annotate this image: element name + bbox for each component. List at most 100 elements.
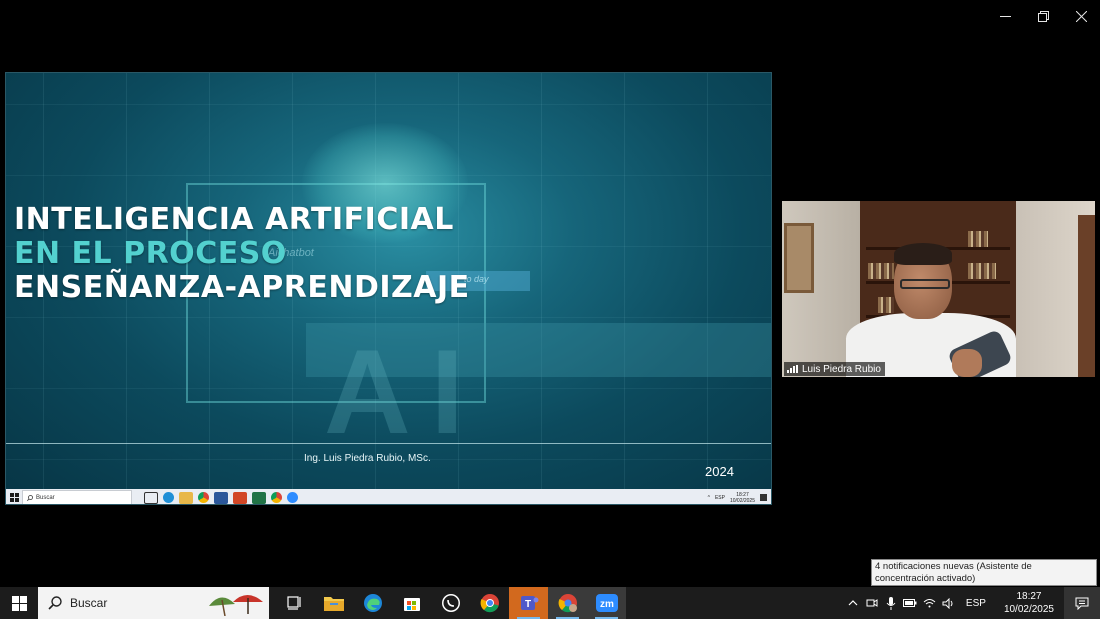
slide-divider (6, 443, 771, 444)
slide-year: 2024 (705, 464, 734, 479)
wifi-button[interactable] (920, 587, 939, 619)
shared-chrome2-icon (271, 492, 282, 503)
ai-graphic: AI (324, 325, 484, 459)
shared-taskview-icon (144, 491, 158, 504)
windows-taskbar: Buscar T zm ESP 18:27 10/02/2025 (0, 587, 1100, 619)
taskbar-clock[interactable]: 18:27 10/02/2025 (994, 590, 1064, 616)
start-button[interactable] (0, 587, 38, 619)
minimize-icon (999, 15, 1011, 17)
clock-time: 18:27 (1016, 591, 1042, 602)
shared-zoom-icon (287, 492, 298, 503)
action-center-button[interactable] (1064, 587, 1100, 619)
file-explorer-button[interactable] (314, 587, 353, 619)
umbrellas-icon (209, 595, 263, 616)
clock-date: 10/02/2025 (1003, 604, 1054, 615)
camera-icon (866, 599, 878, 607)
edge-icon (363, 594, 382, 612)
taskbar-search-box[interactable]: Buscar (38, 587, 269, 619)
slide-author: Ing. Luis Piedra Rubio, MSc. (304, 453, 431, 464)
participant-video-tile[interactable]: Luis Piedra Rubio (782, 201, 1095, 377)
task-view-icon (286, 596, 301, 610)
shared-system-tray: ^ ESP 18:27 10/02/2025 (707, 492, 771, 504)
chrome-profile-icon (558, 594, 577, 613)
chrome-icon (480, 594, 499, 613)
shared-start-icon (6, 489, 22, 504)
shared-taskbar: Buscar ^ ESP 18:27 10/02/2025 (6, 489, 771, 504)
notification-tooltip: 4 notificaciones nuevas (Asistente de co… (871, 559, 1097, 586)
battery-button[interactable] (901, 587, 920, 619)
restore-button[interactable] (1024, 0, 1062, 32)
shared-excel-icon (252, 491, 266, 504)
chrome-button[interactable] (470, 587, 509, 619)
connection-signal-icon (787, 365, 798, 373)
teams-icon: T (520, 596, 538, 610)
whatsapp-button[interactable] (431, 587, 470, 619)
shelf-books (868, 263, 894, 279)
video-person-hair (894, 243, 952, 265)
shared-clock: 18:27 10/02/2025 (730, 492, 755, 504)
microphone-icon (887, 596, 896, 610)
shared-word-icon (214, 491, 228, 504)
whatsapp-icon (441, 594, 460, 612)
zoom-icon: zm (595, 594, 618, 612)
wifi-icon (923, 599, 936, 608)
battery-icon (903, 599, 917, 607)
video-person-glasses (900, 279, 950, 289)
shared-tray-chevron-icon: ^ (707, 494, 710, 501)
chrome-profile-button[interactable] (548, 587, 587, 619)
taskbar-apps: T zm (275, 587, 626, 619)
shared-search-text: Buscar (36, 494, 55, 501)
shelf-books (878, 297, 894, 313)
video-person-hand (952, 349, 982, 377)
shared-edge-icon (163, 492, 174, 503)
slide-title-line3: ENSEÑANZA-APRENDIZAJE (14, 270, 470, 305)
meet-now-button[interactable] (863, 587, 882, 619)
teams-label: T (524, 599, 530, 610)
presentation-slide: AI Aichatbot to day INTELIGENCIA ARTIFIC… (6, 73, 771, 489)
participant-name-badge: Luis Piedra Rubio (784, 362, 885, 376)
store-icon (403, 598, 420, 611)
microphone-button[interactable] (882, 587, 901, 619)
microsoft-store-button[interactable] (392, 587, 431, 619)
shelf-books (968, 231, 988, 247)
language-indicator[interactable]: ESP (958, 598, 994, 609)
zoom-meeting-window: AI Aichatbot to day INTELIGENCIA ARTIFIC… (0, 0, 1100, 619)
notification-icon (1075, 597, 1089, 610)
video-door-right (1078, 215, 1095, 377)
shared-powerpoint-icon (233, 491, 247, 504)
shared-clock-date: 10/02/2025 (729, 497, 755, 504)
close-icon (1075, 10, 1087, 22)
volume-button[interactable] (939, 587, 958, 619)
zoom-label: zm (600, 599, 614, 610)
task-view-button[interactable] (275, 587, 314, 619)
shared-taskbar-apps (144, 491, 298, 504)
search-icon (48, 596, 62, 610)
shelf-books (968, 263, 996, 279)
folder-icon (323, 597, 344, 611)
edge-button[interactable] (353, 587, 392, 619)
shared-screen[interactable]: AI Aichatbot to day INTELIGENCIA ARTIFIC… (5, 72, 772, 505)
shared-notification-icon (760, 494, 767, 501)
system-tray: ESP 18:27 10/02/2025 (844, 587, 1100, 619)
slide-title: INTELIGENCIA ARTIFICIAL EN EL PROCESO EN… (14, 203, 470, 305)
shared-chrome-icon (198, 492, 209, 503)
zoom-button[interactable]: zm (587, 587, 626, 619)
video-window-left (784, 223, 814, 293)
participant-name: Luis Piedra Rubio (802, 363, 881, 375)
show-hidden-icons-button[interactable] (844, 587, 863, 619)
shared-tray-lang: ESP (714, 494, 725, 501)
window-controls (986, 0, 1100, 32)
chevron-up-icon (848, 600, 858, 606)
close-button[interactable] (1062, 0, 1100, 32)
teams-button[interactable]: T (509, 587, 548, 619)
volume-icon (942, 597, 953, 609)
shared-search-box: Buscar (22, 490, 132, 504)
slide-title-line1: INTELIGENCIA ARTIFICIAL (14, 202, 454, 237)
minimize-button[interactable] (986, 0, 1024, 32)
shared-folder-icon (179, 491, 193, 504)
windows-logo-icon (11, 595, 27, 611)
shared-search-icon (27, 494, 33, 501)
restore-icon (1037, 10, 1049, 22)
taskbar-search-text: Buscar (70, 596, 108, 610)
slide-title-line2: EN EL PROCESO (14, 236, 287, 271)
